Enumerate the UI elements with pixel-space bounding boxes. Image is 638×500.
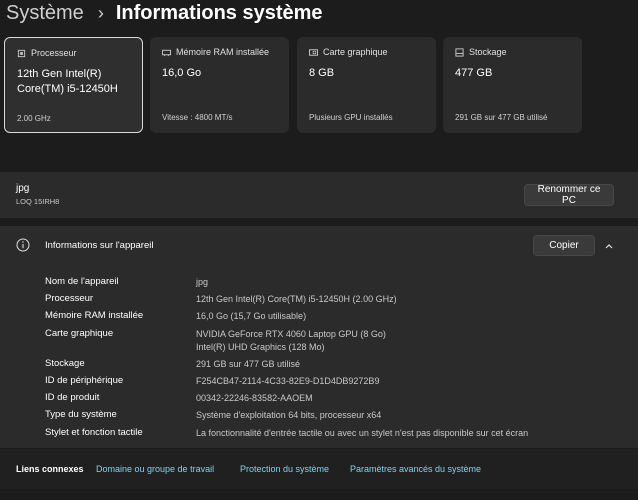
copy-button[interactable]: Copier [533,235,595,256]
row-label: Type du système [45,409,117,420]
row-label: Carte graphique [45,328,114,339]
row-value: La fonctionnalité d'entrée tactile ou av… [196,428,529,438]
row-value: 00342-22246-83582-AAOEM [196,393,313,403]
device-info-table: Nom de l'appareil jpg Processeur 12th Ge… [0,266,638,448]
rename-pc-button[interactable]: Renommer ce PC [524,184,614,206]
ram-icon [162,49,171,56]
row-value: Système d'exploitation 64 bits, processe… [196,410,382,420]
card-title: Mémoire RAM installée [176,47,270,57]
card-storage[interactable]: Stockage 477 GB 291 GB sur 477 GB utilis… [443,37,582,133]
device-info-title: Informations sur l'appareil [45,240,154,251]
row-label: Stylet et fonction tactile [45,427,143,438]
gpu-icon [309,48,318,56]
row-label: ID de périphérique [45,375,124,386]
link-system-protection[interactable]: Protection du système [240,464,329,474]
row-label: Nom de l'appareil [45,276,119,287]
row-label: Processeur [45,293,94,304]
pc-name-panel: jpg LOQ 15IRH8 Renommer ce PC [0,172,638,218]
card-ram[interactable]: Mémoire RAM installée 16,0 Go Vitesse : … [150,37,289,133]
info-icon [16,238,30,252]
row-value: NVIDIA GeForce RTX 4060 Laptop GPU (8 Go… [196,329,386,339]
card-sub: 2.00 GHz [17,114,51,123]
storage-icon [455,47,464,57]
row-label: Stockage [45,358,85,369]
card-processor[interactable]: Processeur 12th Gen Intel(R) Core(TM) i5… [4,37,143,133]
card-value: 12th Gen Intel(R) Core(TM) i5-12450H [17,68,118,95]
row-value: 291 GB sur 477 GB utilisé [196,359,301,369]
card-sub: Plusieurs GPU installés [309,113,393,122]
pc-model: LOQ 15IRH8 [16,197,60,206]
row-value: 12th Gen Intel(R) Core(TM) i5-12450H (2.… [196,294,397,304]
device-info-header[interactable]: Informations sur l'appareil Copier [0,226,638,267]
card-title: Processeur [31,48,77,58]
page-title: Informations système [115,1,323,24]
card-title: Carte graphique [323,47,388,57]
card-title: Stockage [469,47,507,57]
row-label: Mémoire RAM installée [45,310,144,321]
row-value: F254CB47-2114-4C33-82E9-D1D4DB9272B9 [196,376,380,386]
breadcrumb: Système › Informations système [6,0,323,26]
related-links: Liens connexes Domaine ou groupe de trav… [0,449,638,489]
breadcrumb-separator-icon: › [97,2,104,23]
related-links-label: Liens connexes [16,464,84,474]
card-sub: Vitesse : 4800 MT/s [162,113,233,122]
pc-name: jpg [16,183,30,194]
link-domain-workgroup[interactable]: Domaine ou groupe de travail [96,464,214,474]
row-label: ID de produit [45,392,100,403]
card-value: 8 GB [309,67,335,79]
row-value: jpg [196,277,209,287]
row-value: Intel(R) UHD Graphics (128 Mo) [196,342,325,352]
link-advanced-settings[interactable]: Paramètres avancés du système [350,464,481,474]
card-value: 16,0 Go [162,67,202,79]
card-sub: 291 GB sur 477 GB utilisé [455,113,548,122]
card-value: 477 GB [455,67,493,79]
chevron-up-icon[interactable] [603,240,615,252]
cpu-icon [17,49,26,57]
row-value: 16,0 Go (15,7 Go utilisable) [196,311,307,321]
card-gpu[interactable]: Carte graphique 8 GB Plusieurs GPU insta… [297,37,436,133]
breadcrumb-parent[interactable]: Système [6,2,84,25]
